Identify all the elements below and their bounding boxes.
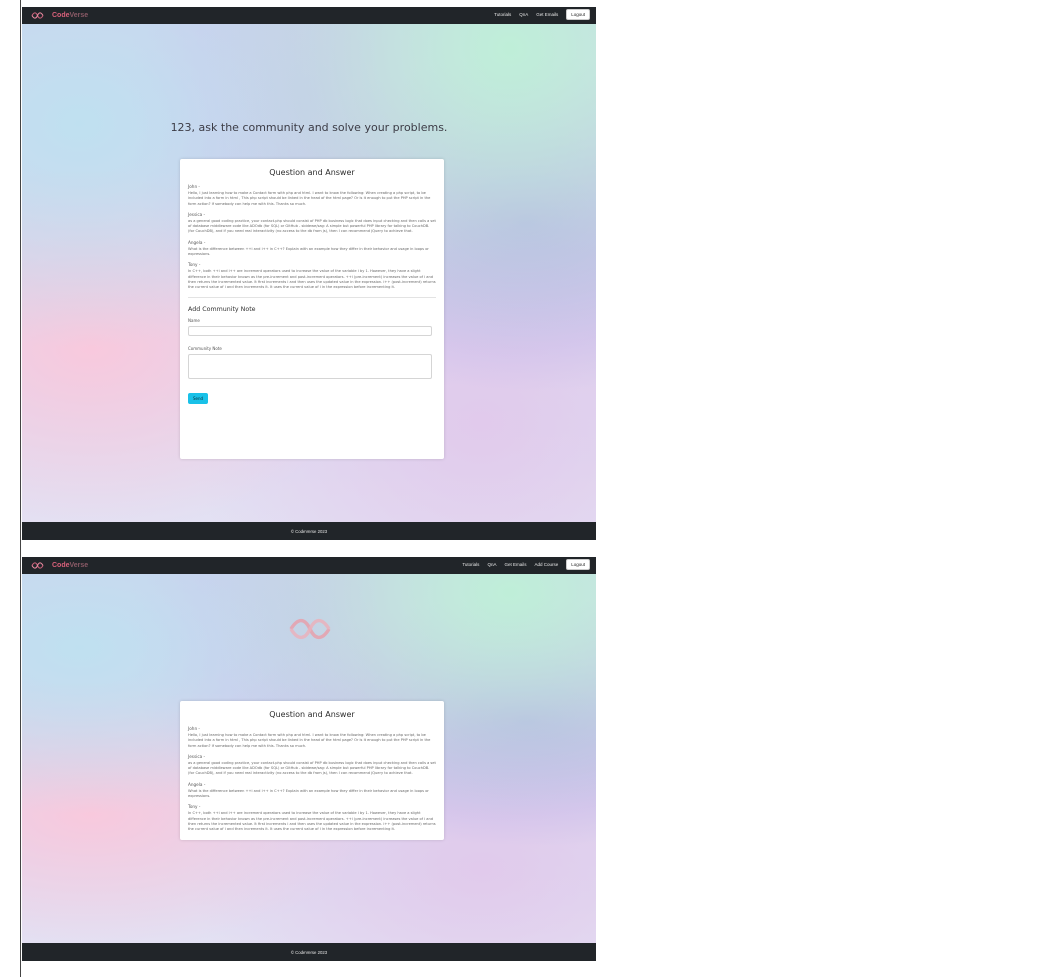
logout-button[interactable]: Logout: [566, 559, 590, 570]
qa-text: In C++, both ++i and i++ are increment o…: [188, 269, 436, 290]
community-note-label: Community Note: [188, 345, 222, 351]
nav-link-tutorials[interactable]: Tutorials: [494, 12, 511, 17]
qa-item: John - Hello, I just learning how to mak…: [188, 726, 436, 749]
navbar: CodeVerse Tutorials QnA Get Emails Logou…: [22, 7, 596, 24]
footer-copyright: © CodeVerse 2023: [290, 528, 328, 534]
qa-text: What is the difference between ++i and i…: [188, 788, 429, 799]
logout-button[interactable]: Logout: [566, 9, 590, 20]
qa-author: Angela -: [188, 239, 206, 245]
canvas: CodeVerse Tutorials QnA Get Emails Logou…: [0, 0, 1062, 977]
qa-author: Jessica -: [188, 753, 206, 759]
footer: © CodeVerse 2023: [22, 522, 596, 540]
qa-text: as a general good coding practice, your …: [188, 760, 436, 776]
nav-links: Tutorials QnA Get Emails Add Course Logo…: [462, 559, 590, 570]
card-title: Question and Answer: [269, 168, 355, 177]
nav-link-qna[interactable]: QnA: [487, 562, 496, 567]
codeverse-logo-icon: [31, 12, 44, 19]
qa-item: Tony - In C++, both ++i and i++ are incr…: [188, 804, 436, 832]
qa-author: John -: [188, 726, 200, 731]
brand-name-part1: Code: [52, 12, 70, 19]
left-border: [20, 0, 21, 977]
qa-item: Tony - In C++, both ++i and i++ are incr…: [188, 262, 436, 290]
footer: © CodeVerse 2023: [22, 943, 596, 961]
qa-item: John - Hello, I just learning how to mak…: [188, 184, 436, 207]
qa-author: Tony -: [188, 804, 201, 810]
screenshot-logged-in-user: CodeVerse Tutorials QnA Get Emails Logou…: [22, 7, 596, 540]
qa-item: Jessica - as a general good coding pract…: [188, 754, 436, 777]
navbar: CodeVerse Tutorials QnA Get Emails Add C…: [22, 557, 596, 574]
qa-author: Jessica -: [188, 211, 206, 217]
brand-name-part2: Verse: [69, 12, 89, 19]
nav-link-get-emails[interactable]: Get Emails: [504, 562, 526, 567]
add-note-title: Add Community Note: [188, 305, 256, 313]
brand-name: CodeVerse: [52, 562, 88, 569]
qa-card: Question and Answer John - Hello, I just…: [180, 159, 444, 459]
qa-item: Angela - What is the difference between …: [188, 782, 436, 800]
footer-copyright: © CodeVerse 2023: [290, 949, 328, 955]
brand-name-part1: Code: [52, 562, 70, 569]
nav-link-add-course[interactable]: Add Course: [534, 562, 558, 567]
nav-link-get-emails[interactable]: Get Emails: [536, 12, 558, 17]
send-button[interactable]: Send: [188, 392, 209, 404]
qa-author: Tony -: [188, 262, 201, 268]
brand-name: CodeVerse: [52, 12, 88, 19]
card-title: Question and Answer: [269, 710, 355, 719]
qa-text: as a general good coding practice, your …: [188, 218, 436, 234]
hero-title: 123, ask the community and solve your pr…: [170, 121, 448, 134]
qa-item: Angela - What is the difference between …: [188, 240, 436, 258]
hero-section: 123, ask the community and solve your pr…: [22, 24, 596, 522]
codeverse-logo-icon: [31, 562, 44, 569]
nav-links: Tutorials QnA Get Emails Logout: [494, 9, 590, 20]
qa-text: Hello, I just learning how to make a Con…: [188, 733, 431, 748]
qa-item: Jessica - as a general good coding pract…: [188, 212, 436, 235]
qa-card: Question and Answer John - Hello, I just…: [180, 701, 444, 840]
name-input[interactable]: [188, 325, 432, 336]
codeverse-hero-logo-icon: [289, 618, 331, 640]
nav-link-qna[interactable]: QnA: [519, 12, 528, 17]
brand-name-part2: Verse: [69, 562, 89, 569]
hero-section: Question and Answer John - Hello, I just…: [22, 574, 596, 943]
community-note-textarea[interactable]: [188, 353, 432, 379]
qa-text: In C++, both ++i and i++ are increment o…: [188, 811, 436, 832]
qa-text: What is the difference between ++i and i…: [188, 246, 429, 257]
qa-author: Angela -: [188, 781, 206, 787]
qa-author: John -: [188, 184, 200, 189]
brand[interactable]: CodeVerse: [31, 11, 88, 20]
name-label: Name: [188, 317, 200, 323]
screenshot-admin-user: CodeVerse Tutorials QnA Get Emails Add C…: [22, 557, 596, 970]
brand[interactable]: CodeVerse: [31, 561, 88, 570]
divider: [188, 296, 436, 298]
nav-link-tutorials[interactable]: Tutorials: [462, 562, 479, 567]
qa-text: Hello, I just learning how to make a Con…: [188, 191, 431, 206]
